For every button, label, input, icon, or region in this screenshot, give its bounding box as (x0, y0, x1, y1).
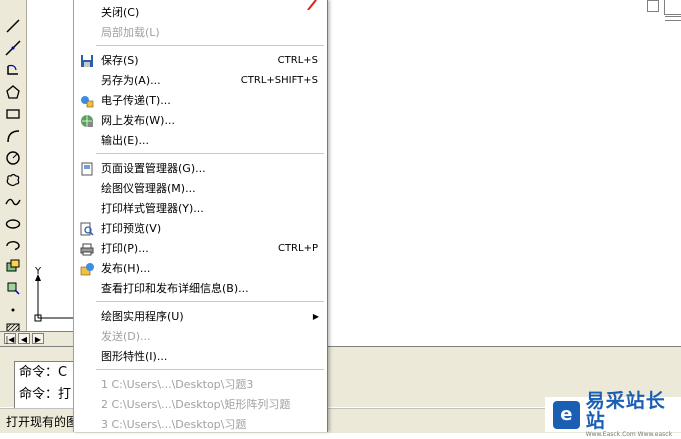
rectangle-tool-icon[interactable] (3, 104, 23, 124)
arc-tool-icon[interactable] (3, 126, 23, 146)
printer-icon (80, 242, 94, 256)
menu-item-etransmit[interactable]: 电子传递(T)... (74, 91, 327, 111)
menu-item-plot-style-manager[interactable]: 打印样式管理器(Y)... (74, 199, 327, 219)
window-restore-icon[interactable] (647, 0, 659, 12)
construction-line-tool-icon[interactable] (3, 38, 23, 58)
point-tool-icon[interactable] (3, 300, 23, 320)
menu-item-plot-publish-details[interactable]: 查看打印和发布详细信息(B)... (74, 279, 327, 299)
publish-web-icon (80, 114, 94, 128)
circle-tool-icon[interactable] (3, 148, 23, 168)
window-close-icon[interactable] (664, 0, 681, 15)
menu-item-recent-file-2[interactable]: 2 C:\Users\...\Desktop\矩形阵列习题 (74, 395, 327, 415)
site-logo-icon: e (553, 400, 580, 429)
menu-item-plotter-manager[interactable]: 绘图仪管理器(M)... (74, 179, 327, 199)
submenu-arrow-icon: ▶ (312, 312, 319, 321)
command-line-1: 命令：C (19, 365, 68, 380)
menu-item-recent-file-1[interactable]: 1 C:\Users\...\Desktop\习题3 (74, 375, 327, 395)
menu-item-print[interactable]: 打印(P)... CTRL+P (74, 239, 327, 259)
ellipse-tool-icon[interactable] (3, 214, 23, 234)
menu-separator (96, 153, 324, 154)
ucs-y-label: Y (35, 266, 42, 277)
spline-tool-icon[interactable] (3, 192, 23, 212)
status-text: 打开现有的图 (6, 415, 74, 429)
polygon-tool-icon[interactable] (3, 82, 23, 102)
menu-item-drawing-properties[interactable]: 图形特性(I)... (74, 347, 327, 367)
window-frame-edge (665, 16, 681, 21)
menu-item-save-as[interactable]: 另存为(A)... CTRL+SHIFT+S (74, 71, 327, 91)
draw-toolbar (0, 0, 27, 345)
etransmit-icon (80, 94, 94, 108)
menu-separator (96, 369, 324, 370)
menu-item-close[interactable]: 关闭(C) (74, 3, 327, 23)
site-watermark: e 易采站长站 Www.Easck.Com Www.easck (545, 391, 681, 438)
insert-block-tool-icon[interactable] (3, 256, 23, 276)
line-tool-icon[interactable] (3, 16, 23, 36)
menu-item-export[interactable]: 输出(E)... (74, 131, 327, 151)
menu-item-drawing-utilities[interactable]: 绘图实用程序(U) ▶ (74, 307, 327, 327)
prev-tab-button[interactable]: ◀ (18, 333, 30, 344)
menu-item-publish[interactable]: 发布(H)... (74, 259, 327, 279)
make-block-tool-icon[interactable] (3, 278, 23, 298)
command-line-2: 命令：打 (19, 387, 72, 402)
menu-item-publish-web[interactable]: 网上发布(W)... (74, 111, 327, 131)
menu-item-partial-load[interactable]: 局部加载(L) (74, 23, 327, 43)
menu-separator (96, 45, 324, 46)
layout-tab-bar: |◀ ◀ ▶ (0, 331, 80, 346)
publish-icon (80, 262, 94, 276)
watermark-title: 易采站长站 (585, 389, 666, 432)
menu-item-print-preview[interactable]: 打印预览(V) (74, 219, 327, 239)
floppy-disk-icon (80, 54, 94, 68)
menu-item-save[interactable]: 保存(S) CTRL+S (74, 51, 327, 71)
revision-cloud-tool-icon[interactable] (3, 170, 23, 190)
menu-item-page-setup-manager[interactable]: 页面设置管理器(G)... (74, 159, 327, 179)
next-tab-button[interactable]: ▶ (32, 333, 44, 344)
print-preview-icon (80, 222, 94, 236)
command-history[interactable]: 命令：C 命令：打 (14, 361, 80, 409)
menu-separator (96, 301, 324, 302)
menu-item-send[interactable]: 发送(D)... (74, 327, 327, 347)
page-setup-icon (80, 162, 94, 176)
menu-item-recent-file-3[interactable]: 3 C:\Users\...\Desktop\习题 (74, 415, 327, 435)
first-tab-button[interactable]: |◀ (4, 333, 16, 344)
ellipse-arc-tool-icon[interactable] (3, 236, 23, 256)
polyline-tool-icon[interactable] (3, 60, 23, 80)
file-menu: 关闭(C) 局部加载(L) 保存(S) CTRL+S 另存为(A)... CTR… (73, 0, 328, 432)
